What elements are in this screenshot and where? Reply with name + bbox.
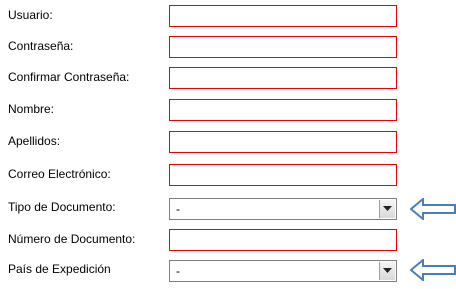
chevron-down-icon [383,268,392,273]
field-row-numero-documento: Número de Documento: [0,229,456,253]
confirmar-contrasena-input[interactable] [169,67,397,89]
correo-label: Correo Electrónico: [8,167,111,181]
chevron-down-icon [383,206,392,211]
arrow-left-icon [410,259,456,281]
numero-documento-label: Número de Documento: [8,232,136,246]
field-row-correo: Correo Electrónico: [0,164,456,188]
correo-input[interactable] [169,164,397,186]
apellidos-input[interactable] [169,131,397,153]
usuario-label: Usuario: [8,8,53,22]
field-row-nombre: Nombre: [0,99,456,123]
pais-expedicion-dropdown-button[interactable] [379,262,395,280]
arrow-left-icon [410,198,456,220]
numero-documento-input[interactable] [169,229,397,251]
tipo-documento-label: Tipo de Documento: [8,200,116,214]
pais-expedicion-select[interactable]: - [169,260,397,282]
field-row-apellidos: Apellidos: [0,131,456,155]
tipo-documento-dropdown-button[interactable] [379,200,395,218]
apellidos-label: Apellidos: [8,134,61,148]
field-row-confirmar-contrasena: Confirmar Contraseña: [0,67,456,91]
nombre-input[interactable] [169,99,397,121]
usuario-input[interactable] [169,5,397,27]
contrasena-label: Contraseña: [8,39,74,53]
pais-expedicion-selected: - [176,264,180,278]
field-row-tipo-documento: Tipo de Documento: - [0,197,456,221]
contrasena-input[interactable] [169,36,397,58]
field-row-pais-expedicion: País de Expedición - [0,259,456,283]
confirmar-contrasena-label: Confirmar Contraseña: [8,70,130,84]
registration-form: Usuario: Contraseña: Confirmar Contraseñ… [0,0,456,289]
field-row-usuario: Usuario: [0,5,456,29]
tipo-documento-selected: - [176,202,180,216]
tipo-documento-select[interactable]: - [169,198,397,220]
field-row-contrasena: Contraseña: [0,36,456,60]
nombre-label: Nombre: [8,102,55,116]
pais-expedicion-label: País de Expedición [8,262,111,276]
